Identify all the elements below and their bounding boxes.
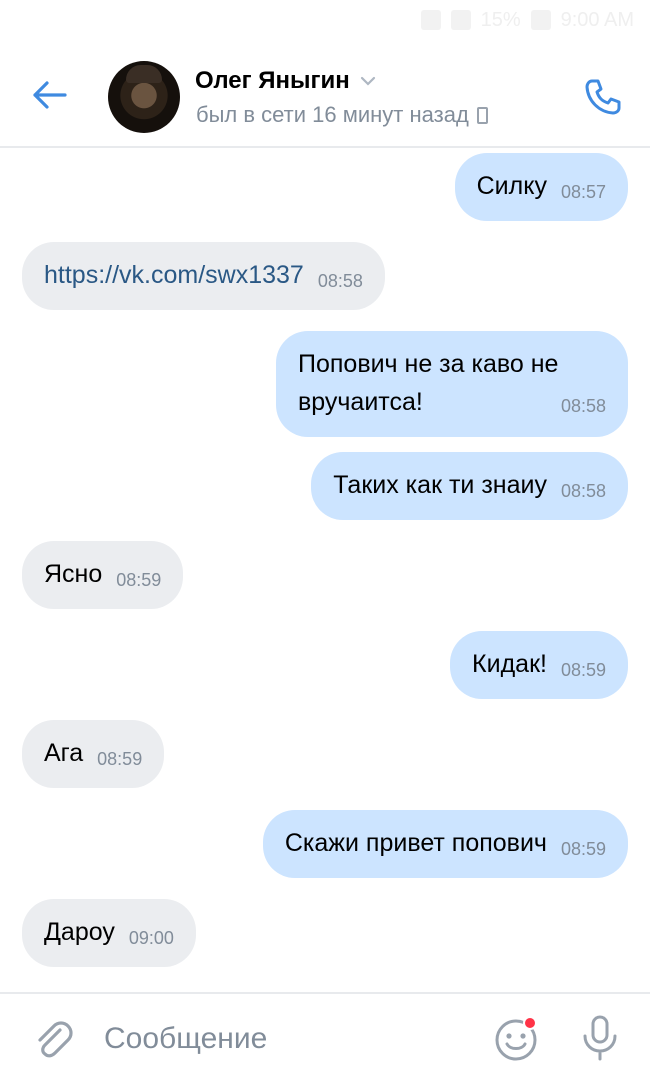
contact-status: был в сети 16 минут назад — [196, 102, 488, 128]
last-seen-text: был в сети 16 минут назад — [196, 102, 469, 127]
message-time: 09:00 — [128, 928, 174, 948]
battery-icon — [530, 10, 551, 30]
message-time: 08:58 — [560, 396, 606, 416]
message-bubble[interactable]: Таких как ти знаиу 08:58 — [311, 452, 628, 520]
wifi-icon — [420, 10, 441, 30]
message-link[interactable]: https://vk.com/swx1337 — [44, 261, 304, 289]
battery-level: 15% — [480, 8, 521, 31]
avatar-hat — [126, 65, 162, 83]
message-input[interactable]: Сообщение — [104, 1022, 267, 1056]
mobile-device-icon — [476, 106, 488, 124]
message-time: 08:59 — [560, 660, 606, 680]
microphone-icon — [583, 1015, 617, 1061]
message-text: Ага — [44, 739, 84, 767]
message-bubble[interactable]: Попович не за каво не вручаитса! 08:58 — [276, 331, 628, 437]
message-bubble[interactable]: Дароу 09:00 — [22, 899, 196, 967]
message-text: Таких как ти знаиу — [333, 471, 547, 499]
message-bubble[interactable]: Ага 08:59 — [22, 720, 165, 788]
status-bar: 15% 9:00 AM — [0, 0, 650, 40]
phone-icon — [585, 79, 621, 115]
message-text: Дароу — [44, 918, 115, 946]
message-bubble[interactable]: Силку 08:57 — [454, 153, 628, 221]
message-bubble[interactable]: https://vk.com/swx1337 08:58 — [22, 242, 385, 310]
chevron-down-icon — [360, 76, 375, 86]
call-button[interactable] — [580, 74, 626, 120]
contact-name[interactable]: Олег Яныгин — [195, 67, 376, 95]
message-bubble[interactable]: Ясно 08:59 — [22, 541, 184, 609]
sticker-button[interactable] — [494, 1016, 540, 1062]
message-time: 08:59 — [116, 570, 162, 590]
message-bubble[interactable]: Скажи привет попович 08:59 — [262, 810, 628, 878]
attach-button[interactable] — [30, 1016, 74, 1060]
message-text: Кидак! — [472, 650, 547, 678]
chat-header: Олег Яныгин был в сети 16 минут назад — [0, 40, 650, 148]
message-bubble[interactable]: Кидак! 08:59 — [450, 631, 628, 699]
message-text: Попович не за каво не вручаитса! — [298, 350, 559, 416]
message-text: Ясно — [44, 560, 103, 588]
message-text: Скажи привет попович — [284, 829, 547, 857]
smile-icon — [495, 1016, 537, 1061]
signal-icon — [450, 10, 471, 30]
message-time: 08:57 — [560, 182, 606, 202]
message-text: Силку — [476, 172, 547, 200]
paperclip-icon — [38, 1021, 73, 1058]
clock: 9:00 AM — [560, 8, 634, 31]
avatar[interactable] — [108, 61, 180, 133]
message-time: 08:59 — [560, 839, 606, 859]
message-list[interactable]: Силку 08:57 https://vk.com/swx1337 08:58 П… — [0, 148, 650, 991]
arrow-left-icon — [33, 81, 67, 109]
message-time: 08:58 — [317, 271, 363, 291]
message-time: 08:59 — [97, 749, 143, 769]
message-composer: Сообщение — [0, 992, 650, 1082]
back-button[interactable] — [26, 72, 72, 118]
voice-message-button[interactable] — [580, 1014, 620, 1062]
contact-name-text: Олег Яныгин — [195, 67, 350, 94]
message-time: 08:58 — [560, 481, 606, 501]
